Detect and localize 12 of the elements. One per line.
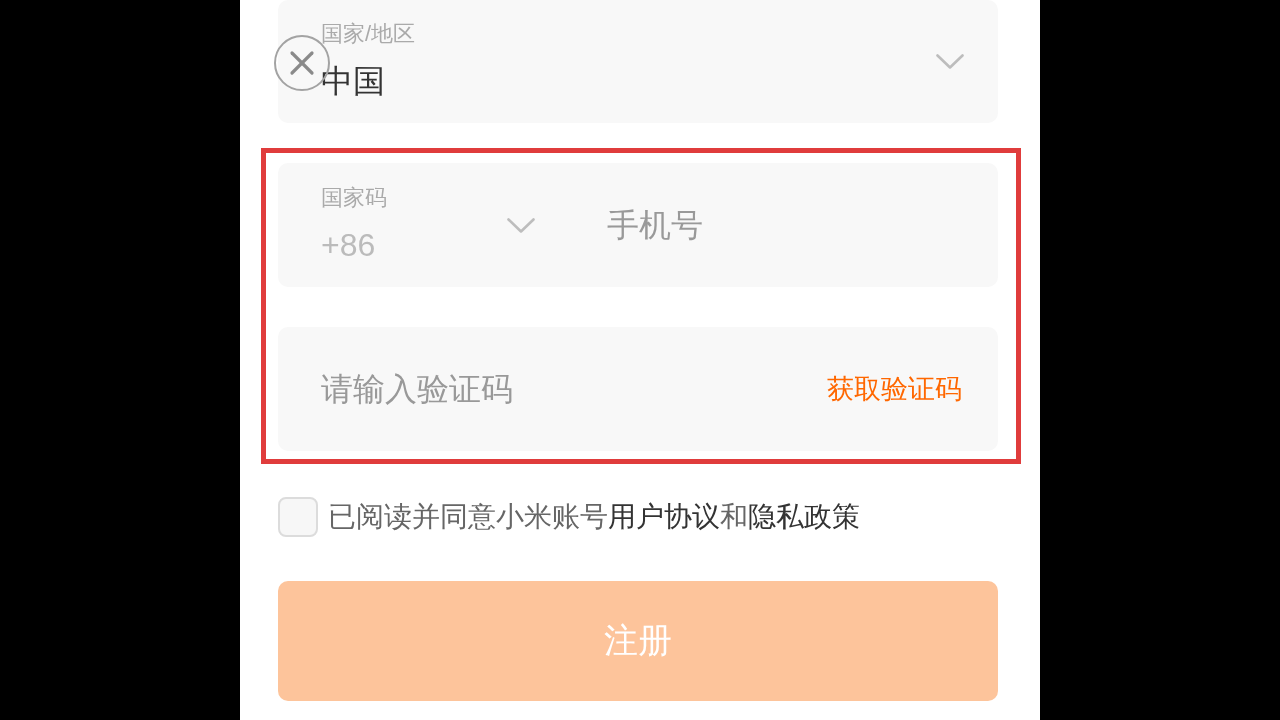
agreement-text: 已阅读并同意小米账号用户协议和隐私政策 xyxy=(328,500,860,534)
chevron-down-icon xyxy=(936,54,964,69)
field-label: 国家码 xyxy=(321,183,387,212)
phone-input[interactable]: 手机号 xyxy=(607,203,968,247)
policy-link[interactable]: 用户协议 xyxy=(608,501,720,532)
agreement-checkbox[interactable] xyxy=(278,497,318,537)
field-label: 国家/地区 xyxy=(321,20,416,48)
country-select[interactable]: 国家/地区 中国 xyxy=(278,0,998,123)
policy-link[interactable]: 隐私政策 xyxy=(748,501,860,532)
code-input[interactable]: 请输入验证码 xyxy=(321,367,827,411)
select-value: 中国 xyxy=(321,62,385,101)
chevron-down-icon xyxy=(507,217,535,233)
